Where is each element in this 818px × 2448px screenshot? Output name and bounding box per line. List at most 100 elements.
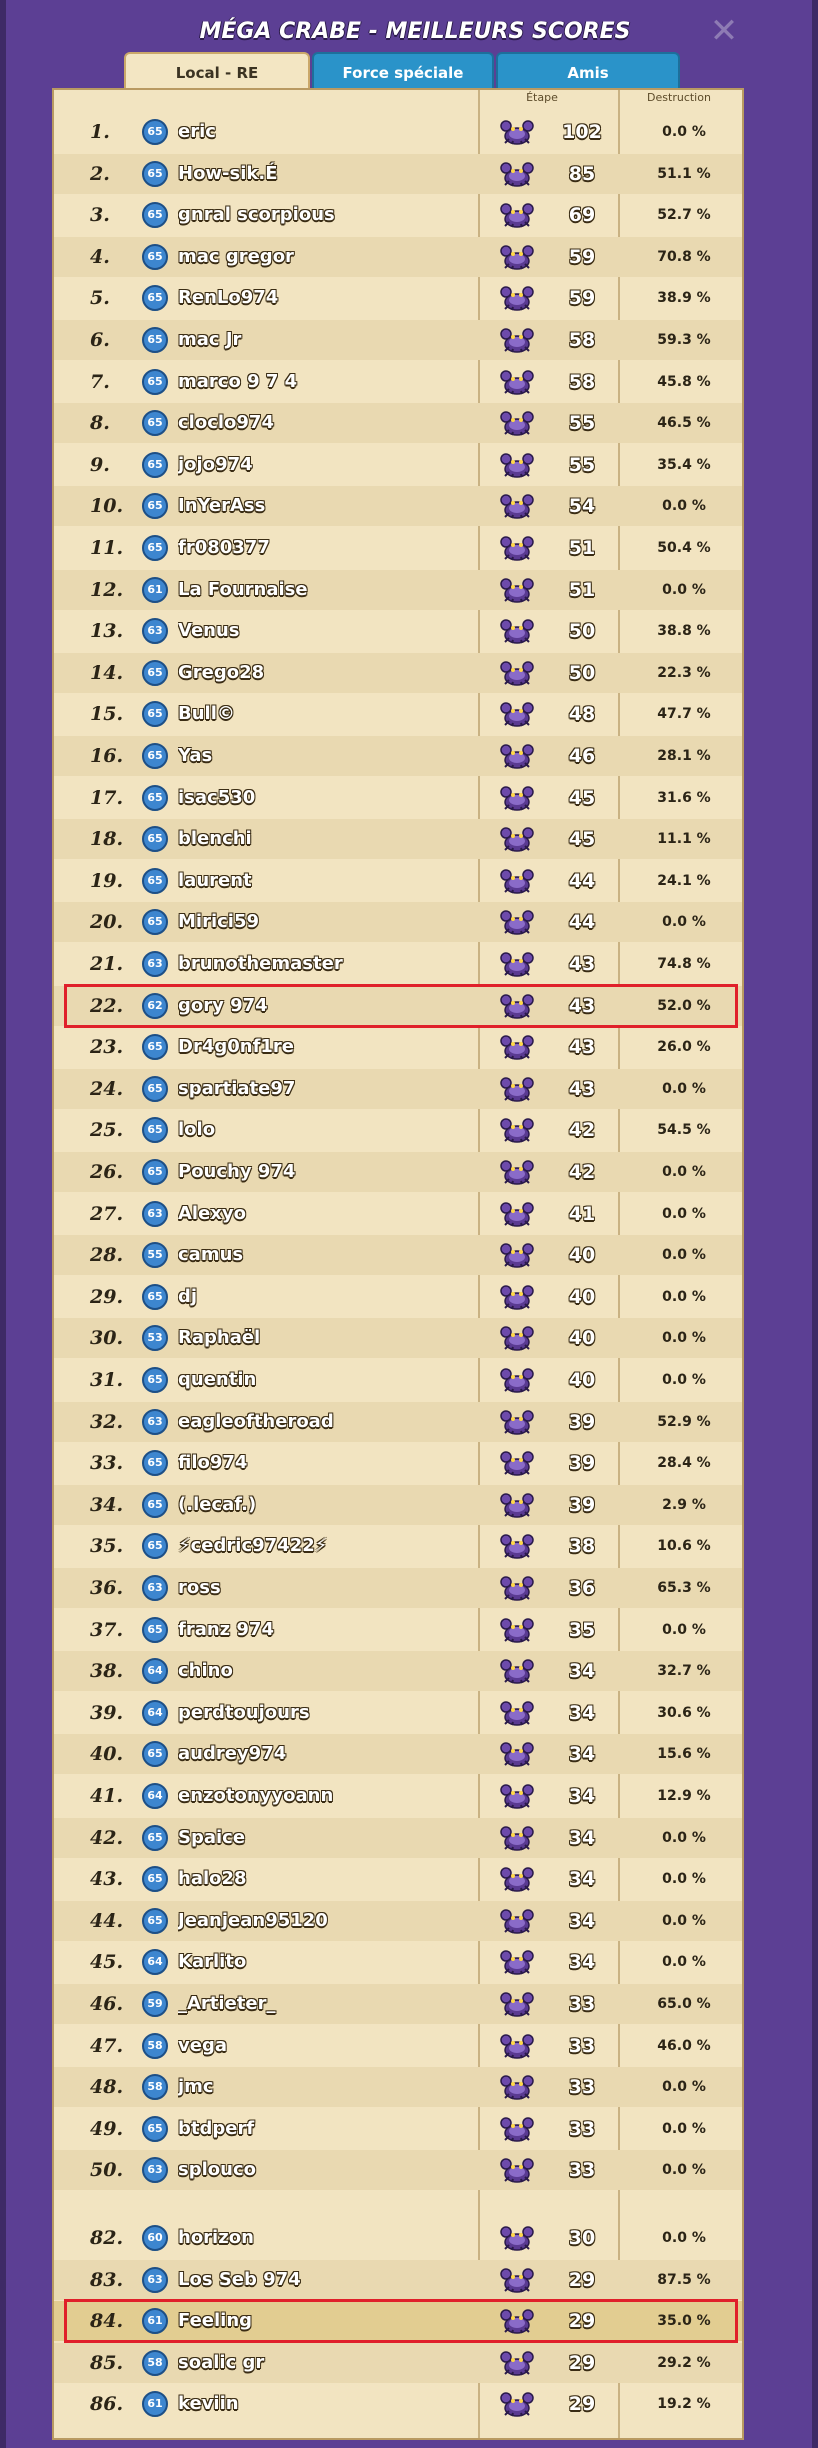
player-name[interactable]: Karlito <box>178 1942 518 1982</box>
table-row[interactable]: 3. 65 gnral scorpious 69 52.7 % <box>54 195 742 235</box>
player-name[interactable]: perdtoujours <box>178 1693 518 1733</box>
player-name[interactable]: jmc <box>178 2067 518 2107</box>
player-name[interactable]: gnral scorpious <box>178 195 518 235</box>
player-name[interactable]: lolo <box>178 1110 518 1150</box>
player-name[interactable]: fr080377 <box>178 528 518 568</box>
player-name[interactable]: Spaice <box>178 1818 518 1858</box>
player-name[interactable]: Dr4g0nf1re <box>178 1027 518 1067</box>
player-name[interactable]: vega <box>178 2026 518 2066</box>
player-name[interactable]: quentin <box>178 1360 518 1400</box>
table-row[interactable]: 14. 65 Grego28 50 22.3 % <box>54 653 742 693</box>
table-row[interactable]: 13. 63 Venus 50 38.8 % <box>54 611 742 651</box>
player-name[interactable]: jojo974 <box>178 445 518 485</box>
table-row[interactable]: 25. 65 lolo 42 54.5 % <box>54 1110 742 1150</box>
player-name[interactable]: ross <box>178 1568 518 1608</box>
player-name[interactable]: Alexyo <box>178 1194 518 1234</box>
table-row[interactable]: 42. 65 Spaice 34 0.0 % <box>54 1818 742 1858</box>
close-icon[interactable]: ✕ <box>706 14 742 50</box>
player-name[interactable]: How-sik.É <box>178 154 518 194</box>
table-row[interactable]: 23. 65 Dr4g0nf1re 43 26.0 % <box>54 1027 742 1067</box>
tab-amis[interactable]: Amis <box>496 52 680 90</box>
player-name[interactable]: soalic gr <box>178 2343 518 2383</box>
player-name[interactable]: franz 974 <box>178 1610 518 1650</box>
player-name[interactable]: Bull© <box>178 694 518 734</box>
player-name[interactable]: marco 9 7 4 <box>178 362 518 402</box>
player-name[interactable]: blenchi <box>178 819 518 859</box>
table-row[interactable]: 86. 61 keviin 29 19.2 % <box>54 2384 742 2424</box>
table-row[interactable]: 15. 65 Bull© 48 47.7 % <box>54 694 742 734</box>
player-name[interactable]: Venus <box>178 611 518 651</box>
player-name[interactable]: camus <box>178 1235 518 1275</box>
table-row[interactable]: 31. 65 quentin 40 0.0 % <box>54 1360 742 1400</box>
table-row[interactable]: 35. 65 ⚡cedric97422⚡ 38 10.6 % <box>54 1526 742 1566</box>
table-row[interactable]: 20. 65 Mirici59 44 0.0 % <box>54 902 742 942</box>
table-row[interactable]: 33. 65 filo974 39 28.4 % <box>54 1443 742 1483</box>
table-row[interactable]: 47. 58 vega 33 46.0 % <box>54 2026 742 2066</box>
table-row[interactable]: 85. 58 soalic gr 29 29.2 % <box>54 2343 742 2383</box>
table-row[interactable]: 10. 65 InYerAss 54 0.0 % <box>54 486 742 526</box>
table-row[interactable]: 39. 64 perdtoujours 34 30.6 % <box>54 1693 742 1733</box>
player-name[interactable]: Los Seb 974 <box>178 2260 518 2300</box>
table-row[interactable]: 18. 65 blenchi 45 11.1 % <box>54 819 742 859</box>
player-name[interactable]: cloclo974 <box>178 403 518 443</box>
player-name[interactable]: horizon <box>178 2218 518 2258</box>
player-name[interactable]: filo974 <box>178 1443 518 1483</box>
table-row[interactable]: 19. 65 laurent 44 24.1 % <box>54 861 742 901</box>
table-row[interactable]: 11. 65 fr080377 51 50.4 % <box>54 528 742 568</box>
player-name[interactable]: InYerAss <box>178 486 518 526</box>
table-row[interactable]: 29. 65 dj 40 0.0 % <box>54 1277 742 1317</box>
table-row[interactable]: 40. 65 audrey974 34 15.6 % <box>54 1734 742 1774</box>
table-row[interactable]: 17. 65 isac530 45 31.6 % <box>54 778 742 818</box>
table-row[interactable]: 44. 65 Jeanjean95120 34 0.0 % <box>54 1901 742 1941</box>
player-name[interactable]: mac gregor <box>178 237 518 277</box>
table-row[interactable]: 28. 55 camus 40 0.0 % <box>54 1235 742 1275</box>
table-row[interactable]: 38. 64 chino 34 32.7 % <box>54 1651 742 1691</box>
table-row[interactable]: 2. 65 How-sik.É 85 51.1 % <box>54 154 742 194</box>
player-name[interactable]: Pouchy 974 <box>178 1152 518 1192</box>
table-row[interactable]: 34. 65 (.lecaf.) 39 2.9 % <box>54 1485 742 1525</box>
player-name[interactable]: Mirici59 <box>178 902 518 942</box>
player-name[interactable]: eagleoftheroad <box>178 1402 518 1442</box>
player-name[interactable]: Raphaël <box>178 1318 518 1358</box>
player-name[interactable]: spartiate97 <box>178 1069 518 1109</box>
player-name[interactable]: mac Jr <box>178 320 518 360</box>
player-name[interactable]: isac530 <box>178 778 518 818</box>
table-row[interactable]: 1. 65 eric 102 0.0 % <box>54 112 742 152</box>
player-name[interactable]: (.lecaf.) <box>178 1485 518 1525</box>
table-row[interactable]: 21. 63 brunothemaster 43 74.8 % <box>54 944 742 984</box>
player-name[interactable]: splouco <box>178 2150 518 2190</box>
player-name[interactable]: RenLo974 <box>178 278 518 318</box>
player-name[interactable]: audrey974 <box>178 1734 518 1774</box>
table-row[interactable]: 82. 60 horizon 30 0.0 % <box>54 2218 742 2258</box>
player-name[interactable]: brunothemaster <box>178 944 518 984</box>
table-row[interactable]: 48. 58 jmc 33 0.0 % <box>54 2067 742 2107</box>
table-row[interactable]: 36. 63 ross 36 65.3 % <box>54 1568 742 1608</box>
player-name[interactable]: dj <box>178 1277 518 1317</box>
table-row[interactable]: 5. 65 RenLo974 59 38.9 % <box>54 278 742 318</box>
table-row[interactable]: 46. 59 _Artieter_ 33 65.0 % <box>54 1984 742 2024</box>
player-name[interactable]: laurent <box>178 861 518 901</box>
player-name[interactable]: _Artieter_ <box>178 1984 518 2024</box>
table-row[interactable]: 32. 63 eagleoftheroad 39 52.9 % <box>54 1402 742 1442</box>
table-row[interactable]: 7. 65 marco 9 7 4 58 45.8 % <box>54 362 742 402</box>
player-name[interactable]: enzotonyyoann <box>178 1776 518 1816</box>
table-row[interactable]: 50. 63 splouco 33 0.0 % <box>54 2150 742 2190</box>
table-row[interactable]: 43. 65 halo28 34 0.0 % <box>54 1859 742 1899</box>
table-row[interactable]: 41. 64 enzotonyyoann 34 12.9 % <box>54 1776 742 1816</box>
table-row[interactable]: 30. 53 Raphaël 40 0.0 % <box>54 1318 742 1358</box>
player-name[interactable]: eric <box>178 112 518 152</box>
table-row[interactable]: 4. 65 mac gregor 59 70.8 % <box>54 237 742 277</box>
player-name[interactable]: Grego28 <box>178 653 518 693</box>
table-row[interactable]: 6. 65 mac Jr 58 59.3 % <box>54 320 742 360</box>
table-row[interactable]: 26. 65 Pouchy 974 42 0.0 % <box>54 1152 742 1192</box>
table-row[interactable]: 12. 61 La Fournaise 51 0.0 % <box>54 570 742 610</box>
player-name[interactable]: keviin <box>178 2384 518 2424</box>
player-name[interactable]: ⚡cedric97422⚡ <box>178 1526 518 1566</box>
table-row[interactable]: 24. 65 spartiate97 43 0.0 % <box>54 1069 742 1109</box>
tab-force-speciale[interactable]: Force spéciale <box>312 52 494 90</box>
player-name[interactable]: Jeanjean95120 <box>178 1901 518 1941</box>
player-name[interactable]: btdperf <box>178 2109 518 2149</box>
table-row[interactable]: 27. 63 Alexyo 41 0.0 % <box>54 1194 742 1234</box>
player-name[interactable]: Yas <box>178 736 518 776</box>
table-row[interactable]: 16. 65 Yas 46 28.1 % <box>54 736 742 776</box>
